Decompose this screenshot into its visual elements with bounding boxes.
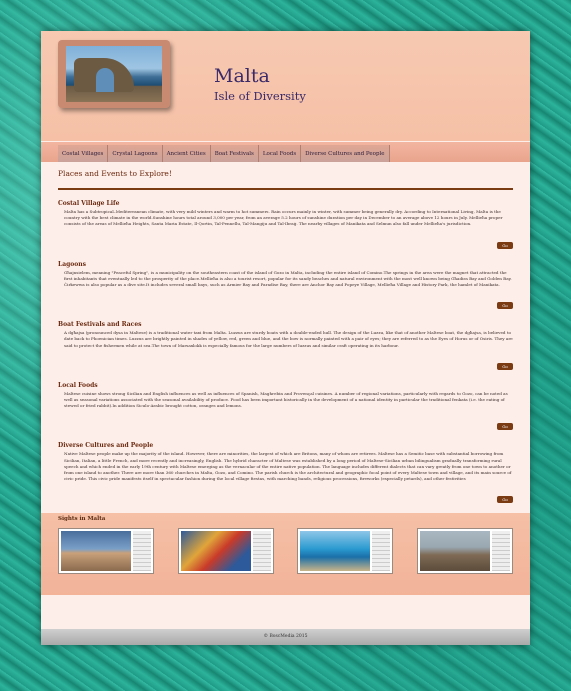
sight-thumbnail[interactable] <box>416 528 513 575</box>
page-container: Malta Isle of Diversity Costal Villages … <box>41 31 530 645</box>
sights-section: Sights in Malta <box>41 513 530 596</box>
more-row: Go <box>58 486 513 505</box>
more-row: Go <box>58 353 513 372</box>
article-body: Malta has a Subtropical–Mediterranean cl… <box>64 209 503 227</box>
sights-heading: Sights in Malta <box>58 516 106 523</box>
article-diverse-cultures: Diverse Cultures and People Native Malte… <box>58 442 513 505</box>
site-footer: © BoscMedia 2015 <box>41 629 530 645</box>
sight-caption-lines <box>133 531 151 572</box>
sight-image <box>300 531 371 572</box>
go-button[interactable]: Go <box>497 362 513 370</box>
sights-gallery <box>58 528 513 575</box>
places-heading: Places and Events to Explore! <box>58 161 513 190</box>
go-button[interactable]: Go <box>497 241 513 249</box>
go-button[interactable]: Go <box>497 302 513 310</box>
site-title: Malta <box>214 65 270 87</box>
sight-caption-lines <box>372 531 391 572</box>
sight-thumbnail[interactable] <box>58 528 154 575</box>
sight-image <box>180 531 251 572</box>
header-logo-frame <box>58 40 170 108</box>
nav-item-local-foods[interactable]: Local Foods <box>258 145 302 162</box>
article-title: Boat Festivals and Races <box>58 321 142 329</box>
sight-caption-lines <box>252 531 271 572</box>
sight-thumbnail[interactable] <box>297 528 394 575</box>
article-title: Diverse Cultures and People <box>58 442 154 450</box>
more-row: Go <box>58 292 513 311</box>
article-boat-festivals: Boat Festivals and Races A dgħajsa (pron… <box>58 321 513 372</box>
sight-caption-lines <box>491 531 510 572</box>
go-button[interactable]: Go <box>497 496 513 504</box>
more-row: Go <box>58 413 513 432</box>
site-subtitle: Isle of Diversity <box>214 89 306 103</box>
article-body: Maltese cuisine shows strong Sicilian an… <box>64 390 508 409</box>
article-body: Għajnsielem, meaning "Peaceful Spring", … <box>64 269 512 288</box>
sight-image <box>61 531 131 572</box>
nav-item-ancient-cities[interactable]: Ancient Cities <box>162 145 211 162</box>
article-costal-village: Costal Village Life Malta has a Subtropi… <box>58 200 513 251</box>
article-body: A dgħajsa (pronounced dysa in Maltese) i… <box>64 330 513 348</box>
main-content: Places and Events to Explore! Costal Vil… <box>41 161 530 505</box>
nav-item-diverse-cultures[interactable]: Diverse Cultures and People <box>301 145 390 162</box>
article-body: Native Maltese people make up the majori… <box>64 451 512 482</box>
article-local-foods: Local Foods Maltese cuisine shows strong… <box>58 382 513 433</box>
azure-window-image <box>66 46 162 102</box>
nav-item-boat-festivals[interactable]: Boat Festivals <box>210 145 259 162</box>
site-header: Malta Isle of Diversity <box>41 31 530 141</box>
sight-image <box>419 531 490 572</box>
more-row: Go <box>58 232 513 251</box>
logo-arch <box>96 68 114 92</box>
go-button[interactable]: Go <box>497 423 513 431</box>
main-nav: Costal Villages Crystal Lagoons Ancient … <box>41 142 530 162</box>
article-title: Local Foods <box>58 381 98 389</box>
article-title: Lagoons <box>58 260 87 268</box>
article-lagoons: Lagoons Għajnsielem, meaning "Peaceful S… <box>58 261 513 312</box>
sight-thumbnail[interactable] <box>177 528 274 575</box>
nav-item-costal-villages[interactable]: Costal Villages <box>58 145 109 162</box>
nav-item-crystal-lagoons[interactable]: Crystal Lagoons <box>108 145 163 162</box>
article-title: Costal Village Life <box>58 200 120 207</box>
